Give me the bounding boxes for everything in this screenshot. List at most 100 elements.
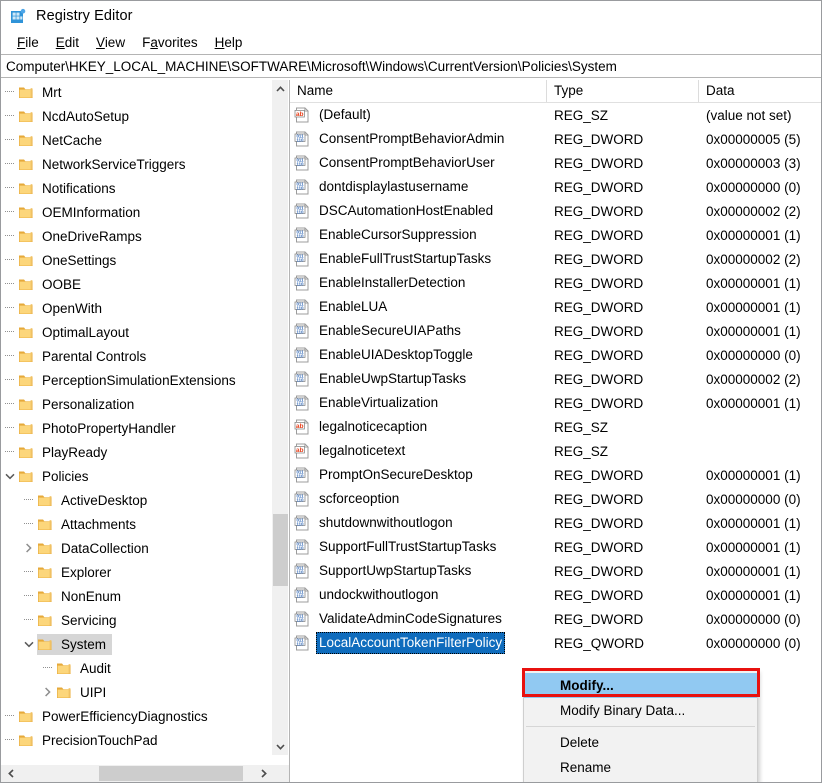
tree-item-datacollection[interactable]: DataCollection <box>1 536 265 560</box>
tree-item-notifications[interactable]: Notifications <box>1 176 265 200</box>
tree-line-marker <box>1 80 18 104</box>
binary-value-icon: 011110 <box>294 227 311 243</box>
menu-favorites[interactable]: Favorites <box>134 34 207 51</box>
menu-view[interactable]: View <box>88 34 134 51</box>
table-row[interactable]: 011110ConsentPromptBehaviorUserREG_DWORD… <box>290 151 821 175</box>
table-row[interactable]: ablegalnoticetextREG_SZ <box>290 439 821 463</box>
table-row[interactable]: 011110PromptOnSecureDesktopREG_DWORD0x00… <box>290 463 821 487</box>
context-menu[interactable]: Modify...Modify Binary Data... DeleteRena… <box>523 670 758 783</box>
tree-item-mrt[interactable]: Mrt <box>1 80 265 104</box>
table-row[interactable]: 011110undockwithoutlogonREG_DWORD0x00000… <box>290 583 821 607</box>
tree-scroll-thumb[interactable] <box>273 514 288 586</box>
tree-item-label: OEMInformation <box>42 202 140 223</box>
tree-item-networkservicetriggers[interactable]: NetworkServiceTriggers <box>1 152 265 176</box>
table-row[interactable]: 011110EnableUIADesktopToggleREG_DWORD0x0… <box>290 343 821 367</box>
menu-file[interactable]: File <box>9 34 48 51</box>
table-row[interactable]: 011110EnableCursorSuppressionREG_DWORD0x… <box>290 223 821 247</box>
tree-item-ncdautosetup[interactable]: NcdAutoSetup <box>1 104 265 128</box>
menu-edit[interactable]: Edit <box>48 34 88 51</box>
tree-item-previewhandlers[interactable]: PreviewHandlers <box>1 752 265 755</box>
tree-item-optimallayout[interactable]: OptimalLayout <box>1 320 265 344</box>
chevron-down-icon[interactable] <box>20 632 37 656</box>
tree-item-servicing[interactable]: Servicing <box>1 608 265 632</box>
table-row[interactable]: 011110EnableFullTrustStartupTasksREG_DWO… <box>290 247 821 271</box>
binary-value-icon: 011110 <box>294 635 311 651</box>
tree-line-marker <box>20 608 37 632</box>
column-header-name[interactable]: Name <box>290 80 547 102</box>
tree-item-photopropertyhandler[interactable]: PhotoPropertyHandler <box>1 416 265 440</box>
registry-tree[interactable]: MrtNcdAutoSetupNetCacheNetworkServiceTri… <box>1 80 265 755</box>
tree-item-playready[interactable]: PlayReady <box>1 440 265 464</box>
tree-line-marker <box>1 248 18 272</box>
tree-line-marker <box>20 560 37 584</box>
tree-item-explorer[interactable]: Explorer <box>1 560 265 584</box>
context-menu-item-modify-binary-data[interactable]: Modify Binary Data... <box>524 698 757 723</box>
tree-item-content: Audit <box>56 658 117 679</box>
svg-text:110: 110 <box>297 593 305 598</box>
scroll-down-icon[interactable] <box>272 738 289 755</box>
context-menu-item-delete[interactable]: Delete <box>524 730 757 755</box>
tree-item-attachments[interactable]: Attachments <box>1 512 265 536</box>
tree-item-openwith[interactable]: OpenWith <box>1 296 265 320</box>
scroll-right-icon[interactable] <box>255 765 272 782</box>
scroll-up-icon[interactable] <box>272 80 289 97</box>
tree-item-precisiontouchpad[interactable]: PrecisionTouchPad <box>1 728 265 752</box>
tree-item-audit[interactable]: Audit <box>1 656 265 680</box>
table-row[interactable]: 011110EnableSecureUIAPathsREG_DWORD0x000… <box>290 319 821 343</box>
folder-icon <box>18 733 35 748</box>
binary-value-icon: 011110 <box>294 395 311 411</box>
table-row[interactable]: 011110shutdownwithoutlogonREG_DWORD0x000… <box>290 511 821 535</box>
value-name-cell: EnableLUA <box>316 296 547 318</box>
table-row[interactable]: 011110EnableVirtualizationREG_DWORD0x000… <box>290 391 821 415</box>
column-header-type[interactable]: Type <box>547 80 699 102</box>
tree-item-uipi[interactable]: UIPI <box>1 680 265 704</box>
table-row[interactable]: 011110SupportFullTrustStartupTasksREG_DW… <box>290 535 821 559</box>
table-row[interactable]: 011110ConsentPromptBehaviorAdminREG_DWOR… <box>290 127 821 151</box>
table-row[interactable]: 011110EnableLUAREG_DWORD0x00000001 (1) <box>290 295 821 319</box>
tree-item-personalization[interactable]: Personalization <box>1 392 265 416</box>
tree-item-oobe[interactable]: OOBE <box>1 272 265 296</box>
value-name-cell: EnableCursorSuppression <box>316 224 547 246</box>
column-header-data[interactable]: Data <box>699 80 821 102</box>
table-row[interactable]: 011110EnableInstallerDetectionREG_DWORD0… <box>290 271 821 295</box>
table-row[interactable]: 011110SupportUwpStartupTasksREG_DWORD0x0… <box>290 559 821 583</box>
tree-item-content: System <box>37 634 112 655</box>
tree-item-activedesktop[interactable]: ActiveDesktop <box>1 488 265 512</box>
tree-item-onedriveramps[interactable]: OneDriveRamps <box>1 224 265 248</box>
table-row[interactable]: 011110ValidateAdminCodeSignaturesREG_DWO… <box>290 607 821 631</box>
table-row[interactable]: ablegalnoticecaptionREG_SZ <box>290 415 821 439</box>
chevron-right-icon[interactable] <box>39 680 56 704</box>
context-menu-item-rename[interactable]: Rename <box>524 755 757 780</box>
tree-item-parental-controls[interactable]: Parental Controls <box>1 344 265 368</box>
address-bar[interactable]: Computer\HKEY_LOCAL_MACHINE\SOFTWARE\Mic… <box>1 54 821 78</box>
table-row[interactable]: 011110scforceoptionREG_DWORD0x00000000 (… <box>290 487 821 511</box>
chevron-down-icon[interactable] <box>1 464 18 488</box>
table-row[interactable]: 011110DSCAutomationHostEnabledREG_DWORD0… <box>290 199 821 223</box>
scroll-left-icon[interactable] <box>2 765 19 782</box>
context-menu-item-modify[interactable]: Modify... <box>524 673 757 698</box>
table-row[interactable]: 011110EnableUwpStartupTasksREG_DWORD0x00… <box>290 367 821 391</box>
tree-horizontal-scrollbar[interactable] <box>1 764 289 782</box>
tree-item-system[interactable]: System <box>1 632 265 656</box>
tree-item-netcache[interactable]: NetCache <box>1 128 265 152</box>
registry-editor-window: Registry Editor File Edit View Favorites… <box>0 0 822 783</box>
menu-help[interactable]: Help <box>207 34 252 51</box>
value-data-cell: 0x00000001 (1) <box>699 468 821 483</box>
table-row[interactable]: 011110dontdisplaylastusernameREG_DWORD0x… <box>290 175 821 199</box>
tree-line-marker <box>1 416 18 440</box>
tree-item-nonenum[interactable]: NonEnum <box>1 584 265 608</box>
binary-value-icon: 011110 <box>294 299 311 315</box>
tree-item-perceptionsimulationextensions[interactable]: PerceptionSimulationExtensions <box>1 368 265 392</box>
tree-vertical-scrollbar[interactable] <box>271 80 288 755</box>
folder-icon <box>56 661 73 676</box>
chevron-right-icon[interactable] <box>20 536 37 560</box>
table-row[interactable]: 011110LocalAccountTokenFilterPolicyREG_Q… <box>290 631 821 655</box>
tree-item-policies[interactable]: Policies <box>1 464 265 488</box>
svg-text:ab: ab <box>296 447 304 454</box>
table-row[interactable]: ab(Default)REG_SZ(value not set) <box>290 103 821 127</box>
tree-hscroll-thumb[interactable] <box>99 766 243 781</box>
tree-item-powerefficiencydiagnostics[interactable]: PowerEfficiencyDiagnostics <box>1 704 265 728</box>
tree-item-onesettings[interactable]: OneSettings <box>1 248 265 272</box>
value-data-cell: 0x00000001 (1) <box>699 540 821 555</box>
tree-item-oeminformation[interactable]: OEMInformation <box>1 200 265 224</box>
